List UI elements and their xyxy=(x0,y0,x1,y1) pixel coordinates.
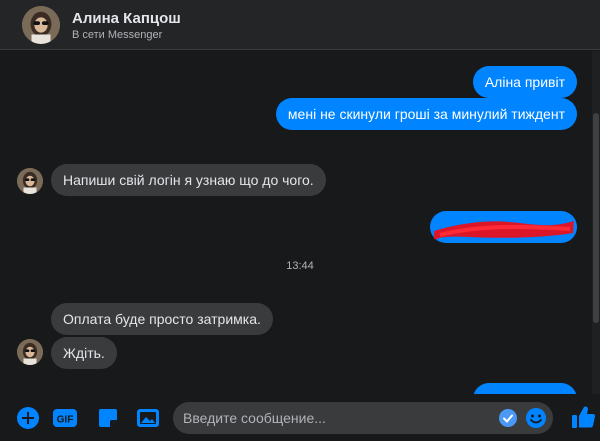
gif-icon: GIF xyxy=(53,409,77,427)
like-button[interactable] xyxy=(570,404,596,430)
contact-avatar[interactable] xyxy=(17,168,43,194)
message-incoming[interactable]: Ждіть. xyxy=(51,337,117,369)
message-outgoing-partial[interactable] xyxy=(473,383,577,394)
message-input-box[interactable] xyxy=(173,402,553,434)
thumbs-up-icon xyxy=(572,406,596,428)
message-list[interactable]: Аліна привіт мені не скинули гроші за ми… xyxy=(0,51,600,394)
message-outgoing[interactable]: мені не скинули гроші за минулий тиждент xyxy=(275,98,577,130)
emoji-icon xyxy=(526,408,546,428)
message-outgoing[interactable]: Аліна привіт xyxy=(472,66,577,98)
message-incoming[interactable]: Оплата буде просто затримка. xyxy=(51,303,273,335)
redaction-scribble xyxy=(434,221,574,240)
message-incoming[interactable]: Напиши свій логін я узнаю що до чого. xyxy=(51,164,326,196)
plus-button[interactable] xyxy=(16,406,40,430)
checkmark-icon xyxy=(499,409,517,427)
contact-avatar[interactable] xyxy=(22,6,60,44)
svg-text:GIF: GIF xyxy=(57,415,74,426)
image-button[interactable] xyxy=(136,406,160,430)
contact-avatar[interactable] xyxy=(17,339,43,365)
sticker-button[interactable] xyxy=(96,406,120,430)
message-input[interactable] xyxy=(183,402,493,434)
sticker-icon xyxy=(99,409,117,427)
plus-icon xyxy=(17,407,39,429)
scrollbar-thumb[interactable] xyxy=(593,113,599,323)
image-icon xyxy=(137,409,159,427)
contact-status: В сети Messenger xyxy=(72,29,163,41)
composer-bar: GIF xyxy=(0,394,600,441)
send-check-button[interactable] xyxy=(499,409,517,427)
scrollbar[interactable] xyxy=(592,51,600,394)
gif-button[interactable]: GIF xyxy=(53,406,77,430)
emoji-button[interactable] xyxy=(525,407,547,429)
chat-header: Алина Капцош В сети Messenger xyxy=(0,0,600,50)
contact-name[interactable]: Алина Капцош xyxy=(72,10,181,27)
message-timestamp: 13:44 xyxy=(286,260,314,272)
message-outgoing-redacted[interactable] xyxy=(430,211,577,243)
